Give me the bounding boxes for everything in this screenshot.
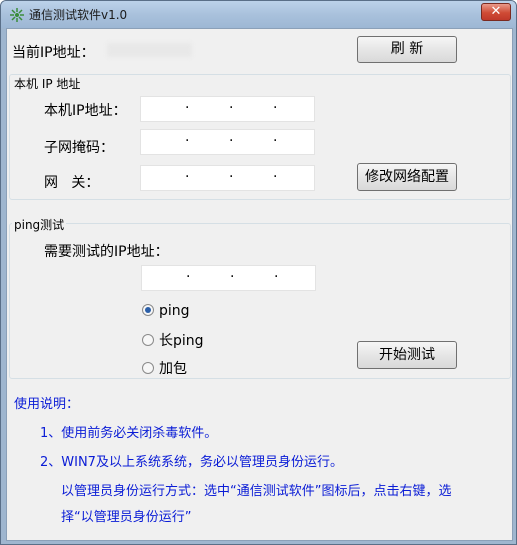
instruction-line-1: 1、使用前务必关闭杀毒软件。 bbox=[40, 426, 218, 441]
instruction-line-3: 以管理员身份运行方式：选中“通信测试软件”图标后，点击右键，选 bbox=[61, 484, 452, 499]
radio-ping[interactable]: ping bbox=[142, 303, 190, 319]
radio-add-packet-indicator[interactable] bbox=[142, 362, 154, 374]
radio-add-packet[interactable]: 加包 bbox=[142, 358, 187, 378]
modify-network-button[interactable]: 修改网络配置 bbox=[357, 163, 457, 191]
local-ip-label: 本机IP地址： bbox=[44, 103, 127, 119]
target-ip-label: 需要测试的IP地址： bbox=[44, 244, 169, 260]
radio-long-ping-label: 长ping bbox=[159, 333, 204, 349]
ping-group-title: ping测试 bbox=[12, 216, 67, 233]
instructions-heading: 使用说明： bbox=[14, 397, 80, 412]
local-ip-input[interactable]: · · · bbox=[140, 96, 315, 122]
app-icon bbox=[10, 8, 24, 22]
app-window: 通信测试软件v1.0 ✕ 当前IP地址： 刷 新 本机 IP 地址 本机IP地址… bbox=[0, 0, 517, 545]
radio-ping-label: ping bbox=[159, 303, 190, 319]
current-ip-value bbox=[107, 43, 192, 57]
instruction-line-2: 2、WIN7及以上系统系统，务必以管理员身份运行。 bbox=[40, 455, 343, 470]
subnet-mask-input[interactable]: · · · bbox=[140, 129, 315, 155]
radio-long-ping[interactable]: 长ping bbox=[142, 330, 204, 350]
start-test-button[interactable]: 开始测试 bbox=[357, 341, 457, 369]
close-button[interactable]: ✕ bbox=[481, 3, 511, 21]
window-title: 通信测试软件v1.0 bbox=[29, 8, 128, 22]
local-ip-group-title: 本机 IP 地址 bbox=[12, 75, 83, 92]
target-ip-input[interactable]: · · · bbox=[141, 265, 316, 291]
client-area: 当前IP地址： 刷 新 本机 IP 地址 本机IP地址： · · · 子网掩码：… bbox=[6, 28, 513, 541]
subnet-mask-label: 子网掩码： bbox=[44, 140, 114, 156]
radio-long-ping-indicator[interactable] bbox=[142, 334, 154, 346]
current-ip-label: 当前IP地址： bbox=[12, 45, 95, 61]
refresh-button[interactable]: 刷 新 bbox=[357, 36, 457, 63]
radio-add-packet-label: 加包 bbox=[159, 361, 187, 377]
gateway-input[interactable]: · · · bbox=[140, 165, 315, 191]
title-bar[interactable]: 通信测试软件v1.0 ✕ bbox=[1, 1, 516, 28]
instruction-line-4: 择“以管理员身份运行” bbox=[61, 510, 192, 525]
gateway-label: 网 关： bbox=[44, 175, 100, 191]
radio-ping-indicator[interactable] bbox=[142, 304, 154, 316]
